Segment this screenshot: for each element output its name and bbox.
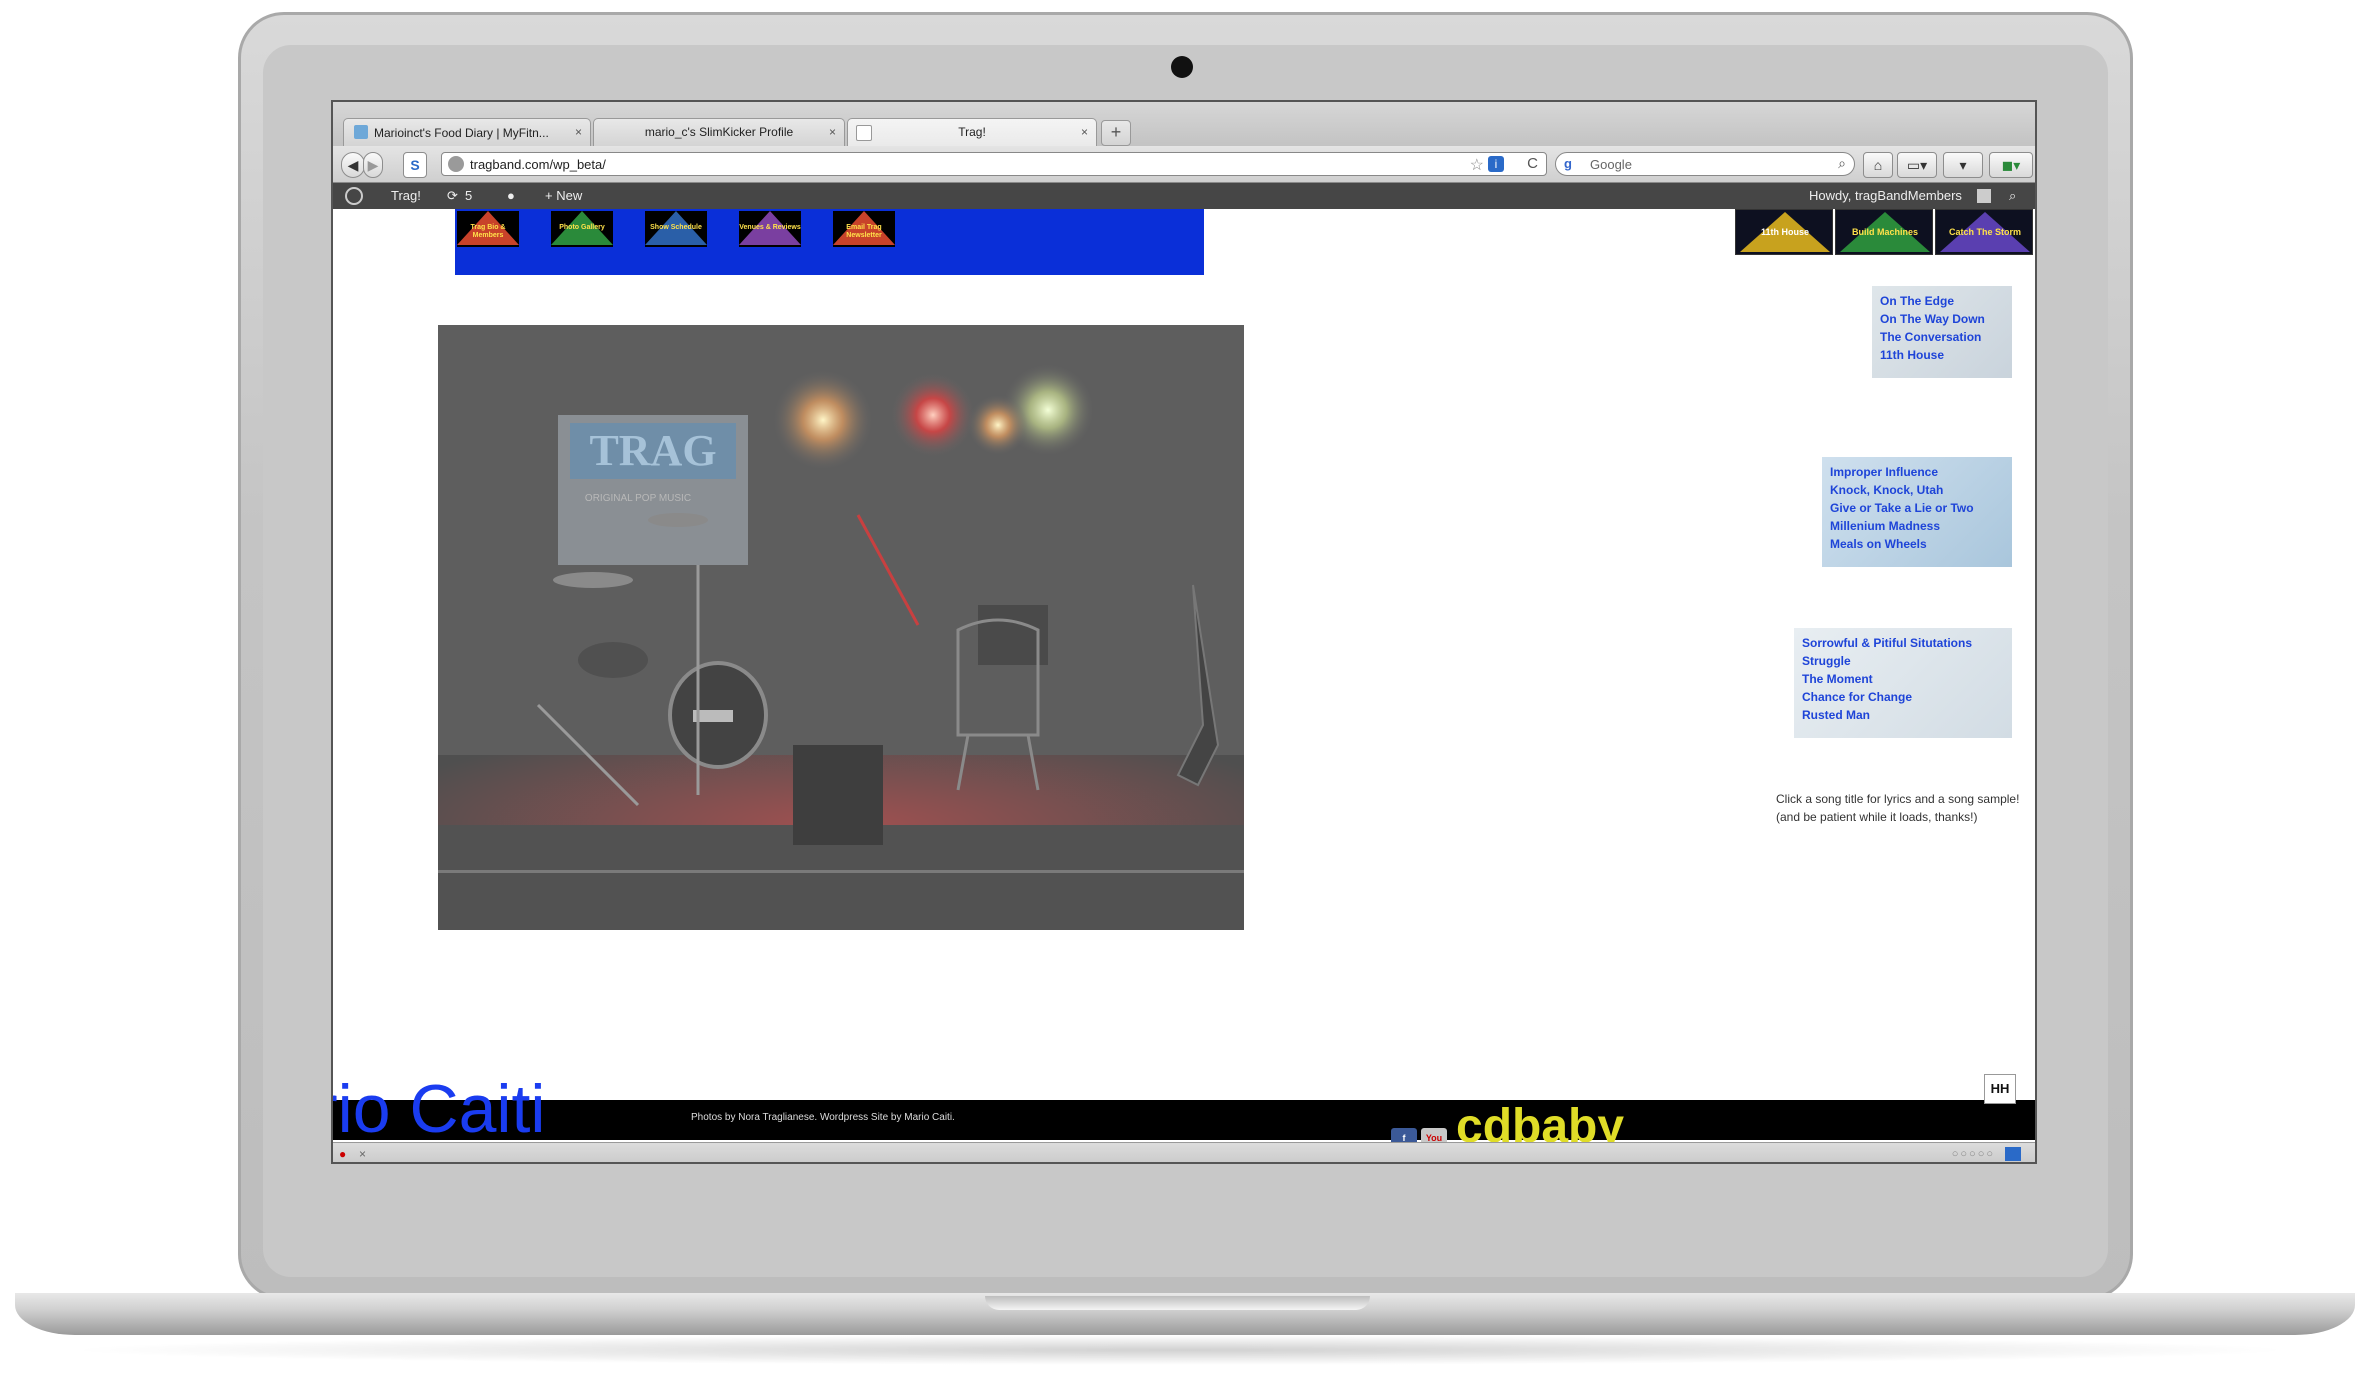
- camera-icon: [1171, 56, 1193, 78]
- page-content: Trag Bio & Members Photo Gallery Show Sc…: [331, 209, 2035, 1162]
- close-tab-icon[interactable]: ×: [829, 125, 836, 139]
- wordpress-logo-icon[interactable]: [345, 187, 363, 205]
- tab-label: Trag!: [958, 125, 986, 139]
- addon-button[interactable]: ◼▾: [1989, 152, 2033, 178]
- nav-label: Photo Gallery: [559, 224, 605, 231]
- updates-count[interactable]: 5: [465, 188, 472, 203]
- album-catch-the-storm: Sorrowful & Pitiful Situtations Struggle…: [1794, 628, 2012, 738]
- bookmark-star-icon[interactable]: ☆: [1470, 155, 1484, 175]
- instructions-line: Click a song title for lyrics and a song…: [1776, 792, 2020, 806]
- forward-button[interactable]: ▶: [363, 152, 383, 178]
- nav-catch-the-storm[interactable]: Catch The Storm: [1935, 209, 2033, 255]
- site-name-link[interactable]: Trag!: [391, 188, 421, 203]
- laptop-screen: Marioinct's Food Diary | MyFitn... × mar…: [331, 100, 2037, 1164]
- tab-slimkicker[interactable]: mario_c's SlimKicker Profile ×: [593, 118, 845, 146]
- song-link[interactable]: Rusted Man: [1802, 706, 2004, 724]
- search-icon[interactable]: ⌕: [1838, 155, 1846, 172]
- nav-label: Venues & Reviews: [739, 224, 801, 231]
- song-link[interactable]: On The Way Down: [1880, 310, 2004, 328]
- comments-icon[interactable]: ●: [507, 188, 515, 203]
- song-link[interactable]: Chance for Change: [1802, 688, 2004, 706]
- nav-email-newsletter[interactable]: Email Trag Newsletter: [833, 211, 895, 247]
- nav-bio-members[interactable]: Trag Bio & Members: [457, 211, 519, 247]
- updates-icon[interactable]: ⟳: [447, 188, 458, 204]
- google-icon[interactable]: g: [1564, 156, 1572, 171]
- song-link[interactable]: Millenium Madness: [1830, 517, 2004, 535]
- extension-icon[interactable]: [2005, 1147, 2021, 1161]
- footer-big-name: rio Caiti: [331, 1071, 546, 1147]
- stage-photo-image: TRAG ORIGINAL POP MUSIC: [438, 325, 1244, 930]
- tab-label: Marioinct's Food Diary | MyFitn...: [374, 126, 549, 140]
- song-link[interactable]: The Moment: [1802, 670, 2004, 688]
- album-on-the-edge: On The Edge On The Way Down The Conversa…: [1872, 286, 2012, 378]
- tab-food-diary[interactable]: Marioinct's Food Diary | MyFitn... ×: [343, 118, 591, 146]
- nav-label: Catch The Storm: [1948, 227, 2021, 237]
- site-footer: Photos by Nora Traglianese. Wordpress Si…: [333, 1100, 2035, 1140]
- new-content-button[interactable]: + New: [545, 188, 582, 203]
- new-tab-button[interactable]: +: [1101, 120, 1131, 146]
- search-bar[interactable]: g Google ⌕: [1555, 152, 1855, 176]
- url-text[interactable]: tragband.com/wp_beta/: [470, 157, 606, 172]
- album-build-machines: Improper Influence Knock, Knock, Utah Gi…: [1822, 457, 2012, 567]
- search-input[interactable]: Google: [1590, 157, 1632, 172]
- tab-trag[interactable]: Trag! ×: [847, 118, 1097, 146]
- song-link[interactable]: Meals on Wheels: [1830, 535, 2004, 553]
- tools-button[interactable]: ▾: [1943, 152, 1983, 178]
- greeting-text[interactable]: Howdy, tragBandMembers: [1809, 188, 1962, 203]
- addon-bar-close-icon[interactable]: ×: [359, 1147, 366, 1161]
- hh-badge[interactable]: HH: [1984, 1074, 2016, 1104]
- nav-label: Build Machines: [1851, 227, 1918, 237]
- home-button[interactable]: ⌂: [1863, 152, 1893, 178]
- adblock-icon[interactable]: ●: [339, 1147, 346, 1161]
- reload-icon[interactable]: C: [1527, 155, 1538, 172]
- banner-subtitle: ORIGINAL POP MUSIC: [585, 493, 691, 504]
- search-icon[interactable]: ⌕: [2009, 188, 2016, 204]
- info-icon[interactable]: i: [1488, 156, 1504, 172]
- site-identity-icon[interactable]: [448, 156, 464, 172]
- laptop-shadow: [60, 1335, 2300, 1365]
- instructions-text: Click a song title for lyrics and a song…: [1776, 790, 2019, 826]
- footer-credit: Photos by Nora Traglianese. Wordpress Si…: [691, 1112, 955, 1123]
- nav-label: Show Schedule: [650, 224, 702, 231]
- nav-11th-house[interactable]: 11th House: [1735, 209, 1833, 255]
- back-button[interactable]: ◀: [341, 152, 365, 178]
- laptop-notch: [985, 1296, 1370, 1310]
- address-bar[interactable]: tragband.com/wp_beta/ ☆ i C: [441, 152, 1547, 176]
- nav-venues-reviews[interactable]: Venues & Reviews: [739, 211, 801, 247]
- close-tab-icon[interactable]: ×: [575, 125, 582, 139]
- page-favicon-icon: [856, 125, 872, 141]
- status-icons: ○○○○○: [1951, 1148, 1995, 1160]
- avatar[interactable]: [1977, 189, 1991, 203]
- tab-label: mario_c's SlimKicker Profile: [644, 125, 794, 139]
- nav-label: 11th House: [1760, 227, 1809, 237]
- banner-text: TRAG: [589, 426, 716, 475]
- song-link[interactable]: Improper Influence: [1830, 463, 2004, 481]
- wordpress-admin-bar: Trag! ⟳ 5 ● + New Howdy, tragBandMembers…: [333, 183, 2035, 209]
- song-link[interactable]: Give or Take a Lie or Two: [1830, 499, 2004, 517]
- nav-label: Trag Bio & Members: [470, 224, 506, 239]
- nav-show-schedule[interactable]: Show Schedule: [645, 211, 707, 247]
- status-bar: ● × ○○○○○: [333, 1142, 2035, 1162]
- nav-photo-gallery[interactable]: Photo Gallery: [551, 211, 613, 247]
- song-link[interactable]: On The Edge: [1880, 292, 2004, 310]
- song-link[interactable]: 11th House: [1880, 346, 2004, 364]
- song-link[interactable]: Sorrowful & Pitiful Situtations: [1802, 634, 2004, 652]
- tab-bar: Marioinct's Food Diary | MyFitn... × mar…: [333, 102, 2035, 147]
- close-tab-icon[interactable]: ×: [1081, 125, 1088, 139]
- song-link[interactable]: Struggle: [1802, 652, 2004, 670]
- song-link[interactable]: The Conversation: [1880, 328, 2004, 346]
- nav-label: Email Trag Newsletter: [846, 224, 882, 239]
- instructions-line: (and be patient while it loads, thanks!): [1776, 810, 1978, 824]
- band-stage-photo: TRAG ORIGINAL POP MUSIC: [438, 325, 1244, 930]
- nav-build-machines[interactable]: Build Machines: [1835, 209, 1933, 255]
- navigation-toolbar: ◀ ▶ S tragband.com/wp_beta/ ☆ i C g Goog…: [333, 146, 2035, 183]
- slimkicker-extension-button[interactable]: S: [403, 152, 427, 178]
- screenshot-button[interactable]: ▭▾: [1897, 152, 1937, 178]
- myfitnesspal-favicon-icon: [354, 125, 368, 139]
- song-link[interactable]: Knock, Knock, Utah: [1830, 481, 2004, 499]
